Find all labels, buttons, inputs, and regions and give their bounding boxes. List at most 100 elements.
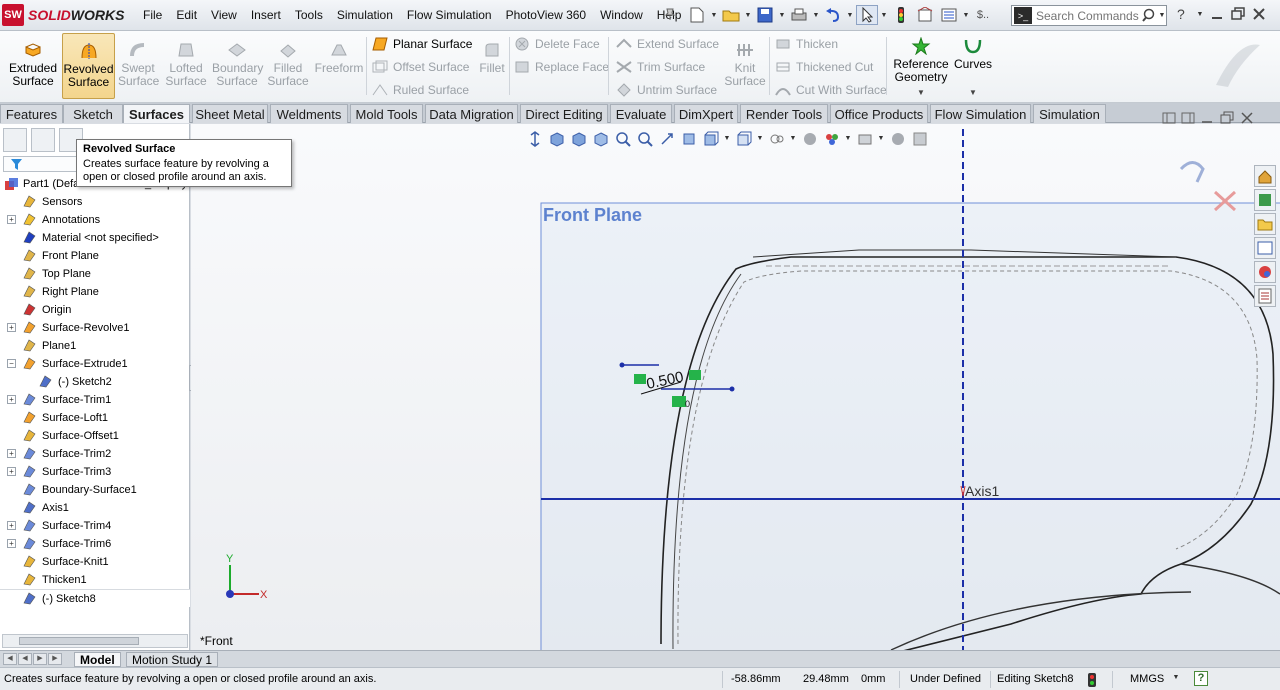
tree-item-surface-trim2[interactable]: + Surface-Trim2 xyxy=(0,445,190,463)
tab-flow-simulation[interactable]: Flow Simulation xyxy=(930,104,1031,123)
hide-show-dropdown-icon[interactable]: ▼ xyxy=(756,135,764,142)
menu-insert[interactable]: Insert xyxy=(251,8,281,22)
tab-mold-tools[interactable]: Mold Tools xyxy=(350,104,423,123)
tree-item-axis1[interactable]: Axis1 xyxy=(0,499,190,517)
select-dropdown-icon[interactable]: ▼ xyxy=(880,12,888,19)
tree-item-surface-trim4[interactable]: + Surface-Trim4 xyxy=(0,517,190,535)
render-tools-icon[interactable] xyxy=(855,129,874,148)
scrollbar-thumb[interactable] xyxy=(19,637,139,645)
display-style-dropdown-icon[interactable]: ▼ xyxy=(723,135,731,142)
expand-toggle-icon[interactable]: + xyxy=(7,449,16,458)
search-dropdown-icon[interactable]: ▼ xyxy=(1158,12,1166,19)
realview-icon[interactable] xyxy=(888,129,907,148)
tree-item-surface-extrude1[interactable]: − Surface-Extrude1 xyxy=(0,355,190,373)
expand-toggle-icon[interactable]: + xyxy=(7,215,16,224)
delete-face-button[interactable]: Delete Face xyxy=(514,35,600,53)
search-commands[interactable]: >_ ▼ xyxy=(1011,5,1167,26)
appearance-dropdown-icon[interactable]: ▼ xyxy=(789,135,797,142)
cut-with-surface-button[interactable]: Cut With Surface xyxy=(775,81,887,99)
tab-render-tools[interactable]: Render Tools xyxy=(740,104,828,123)
search-input[interactable] xyxy=(1036,8,1142,23)
menu-photoview[interactable]: PhotoView 360 xyxy=(506,8,587,22)
help-icon[interactable]: ? xyxy=(1174,6,1190,22)
minimize-icon[interactable] xyxy=(1210,7,1224,21)
view-orientation-icon[interactable] xyxy=(679,129,698,148)
expand-toggle-icon[interactable]: + xyxy=(7,467,16,476)
revolved-surface-button[interactable]: Revolved Surface xyxy=(62,33,115,99)
photoview-icon[interactable] xyxy=(910,129,929,148)
render-tools-dropdown-icon[interactable]: ▼ xyxy=(877,135,885,142)
untrim-surface-button[interactable]: Untrim Surface xyxy=(616,81,717,99)
options-icon[interactable] xyxy=(938,5,960,25)
search-mode-icon[interactable]: >_ xyxy=(1014,7,1032,24)
tab-features[interactable]: Features xyxy=(0,104,63,123)
view-settings-dropdown-icon[interactable]: ▼ xyxy=(844,135,852,142)
tile-vertical-icon[interactable] xyxy=(1181,111,1195,125)
tree-item-sketch8[interactable]: (-) Sketch8 xyxy=(0,589,190,607)
apply-scene-icon[interactable] xyxy=(800,129,819,148)
knit-surface-button[interactable]: Knit Surface xyxy=(722,33,768,99)
offset-surface-button[interactable]: Offset Surface xyxy=(372,58,469,76)
tree-item-surface-revolve1[interactable]: + Surface-Revolve1 xyxy=(0,319,190,337)
section-view-icon[interactable] xyxy=(591,129,610,148)
menu-flow-simulation[interactable]: Flow Simulation xyxy=(407,8,492,22)
tile-horizontal-icon[interactable] xyxy=(1162,111,1176,125)
search-icon[interactable] xyxy=(1142,8,1158,24)
model-canvas[interactable]: Front Plane Axis1 0.500 0 Y X xyxy=(191,124,1280,650)
tab-model[interactable]: Model xyxy=(74,652,121,667)
relation-icon[interactable] xyxy=(689,370,701,380)
rebuild-status-icon[interactable] xyxy=(1087,672,1097,688)
ruled-surface-button[interactable]: Ruled Surface xyxy=(372,81,469,99)
options-dropdown-icon[interactable]: ▼ xyxy=(962,12,970,19)
units-dropdown-icon[interactable]: ▼ xyxy=(1172,674,1180,681)
extruded-surface-button[interactable]: Extruded Surface xyxy=(4,33,62,99)
tab-dimxpert[interactable]: DimXpert xyxy=(674,104,738,123)
tree-item-surface-trim6[interactable]: + Surface-Trim6 xyxy=(0,535,190,553)
open-dropdown-icon[interactable]: ▼ xyxy=(744,12,752,19)
doc-restore-icon[interactable] xyxy=(1219,111,1235,125)
restore-icon[interactable] xyxy=(1230,7,1246,21)
print-icon[interactable] xyxy=(788,5,810,25)
trim-surface-button[interactable]: Trim Surface xyxy=(616,58,705,76)
sketch-point[interactable] xyxy=(729,386,735,392)
tree-item-surface-trim3[interactable]: + Surface-Trim3 xyxy=(0,463,190,481)
expand-toggle-icon[interactable]: − xyxy=(7,359,16,368)
zoom-area-icon[interactable] xyxy=(547,129,566,148)
hide-show-items-icon[interactable] xyxy=(734,129,753,148)
extend-surface-button[interactable]: Extend Surface xyxy=(616,35,719,53)
freeform-button[interactable]: Freeform xyxy=(314,33,364,99)
curves-button[interactable]: Curves ▼ xyxy=(952,33,994,99)
help-dropdown-icon[interactable]: ▼ xyxy=(1196,11,1204,18)
open-folder-icon[interactable] xyxy=(720,5,742,25)
menu-file[interactable]: File xyxy=(143,8,162,22)
tree-item-sketch2[interactable]: (-) Sketch2 xyxy=(0,373,190,391)
front-plane[interactable] xyxy=(540,202,1280,650)
view-palette-icon[interactable] xyxy=(1254,237,1276,259)
tree-item-sensors[interactable]: Sensors xyxy=(0,193,190,211)
tab-data-migration[interactable]: Data Migration xyxy=(425,104,518,123)
view-settings-icon[interactable] xyxy=(822,129,841,148)
file-properties-icon[interactable] xyxy=(914,5,936,25)
tree-item-surface-loft1[interactable]: Surface-Loft1 xyxy=(0,409,190,427)
edit-appearance-icon[interactable] xyxy=(767,129,786,148)
tree-item-plane1[interactable]: Plane1 xyxy=(0,337,190,355)
thicken-button[interactable]: Thicken xyxy=(775,35,838,53)
help-status-icon[interactable]: ? xyxy=(1194,671,1208,686)
tree-item-material-not-specified[interactable]: Material <not specified> xyxy=(0,229,190,247)
tree-item-origin[interactable]: Origin xyxy=(0,301,190,319)
replace-face-button[interactable]: Replace Face xyxy=(514,58,609,76)
doc-close-icon[interactable] xyxy=(1240,111,1254,125)
tab-simulation[interactable]: Simulation xyxy=(1033,104,1106,123)
new-dropdown-icon[interactable]: ▼ xyxy=(710,12,718,19)
tree-item-front-plane[interactable]: Front Plane xyxy=(0,247,190,265)
graphics-area[interactable]: Front Plane Axis1 0.500 0 Y X ▼ ▼ ▼ ▼ ▼ … xyxy=(191,124,1280,650)
design-library-icon[interactable] xyxy=(1254,189,1276,211)
undo-icon[interactable] xyxy=(822,5,844,25)
tree-item-top-plane[interactable]: Top Plane xyxy=(0,265,190,283)
expand-toggle-icon[interactable]: + xyxy=(7,395,16,404)
menu-window[interactable]: Window xyxy=(600,8,643,22)
menu-edit[interactable]: Edit xyxy=(176,8,197,22)
tab-motion-study[interactable]: Motion Study 1 xyxy=(126,652,219,667)
tree-item-surface-knit1[interactable]: Surface-Knit1 xyxy=(0,553,190,571)
tab-sketch[interactable]: Sketch xyxy=(63,104,123,123)
